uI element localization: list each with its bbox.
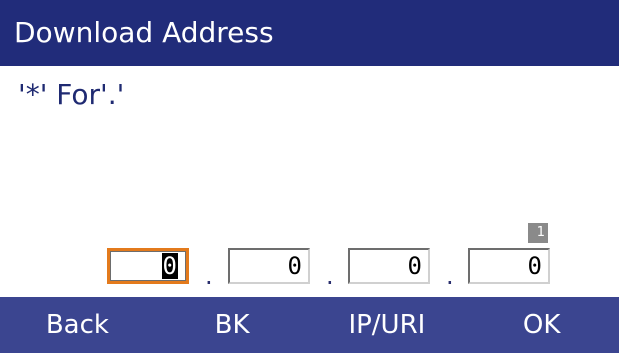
octet-separator: . xyxy=(326,262,334,290)
ip-octet-3-value: 0 xyxy=(407,252,422,280)
ip-octet-1-value: 0 xyxy=(161,252,178,280)
ip-uri-softkey[interactable]: IP/URI xyxy=(310,297,465,353)
input-hint: '*' For'.' xyxy=(18,78,125,111)
ip-octet-3-field[interactable]: 0 xyxy=(348,248,430,284)
back-softkey[interactable]: Back xyxy=(0,297,155,353)
softkey-bar: Back BK IP/URI OK xyxy=(0,297,619,353)
bk-softkey[interactable]: BK xyxy=(155,297,310,353)
octet-separator: . xyxy=(205,262,213,290)
ip-octet-2-value: 0 xyxy=(287,252,302,280)
ip-octet-4-field[interactable]: 0 xyxy=(468,248,550,284)
page-indicator: 1 xyxy=(528,223,548,243)
ok-softkey[interactable]: OK xyxy=(464,297,619,353)
screen-title: Download Address xyxy=(0,0,619,66)
ip-octet-1-field[interactable]: 0 xyxy=(107,248,189,284)
octet-separator: . xyxy=(446,262,454,290)
phone-display: Download Address '*' For'.' 1 0 . 0 . 0 … xyxy=(0,0,619,353)
ip-octet-2-field[interactable]: 0 xyxy=(228,248,310,284)
ip-octet-4-value: 0 xyxy=(527,252,542,280)
